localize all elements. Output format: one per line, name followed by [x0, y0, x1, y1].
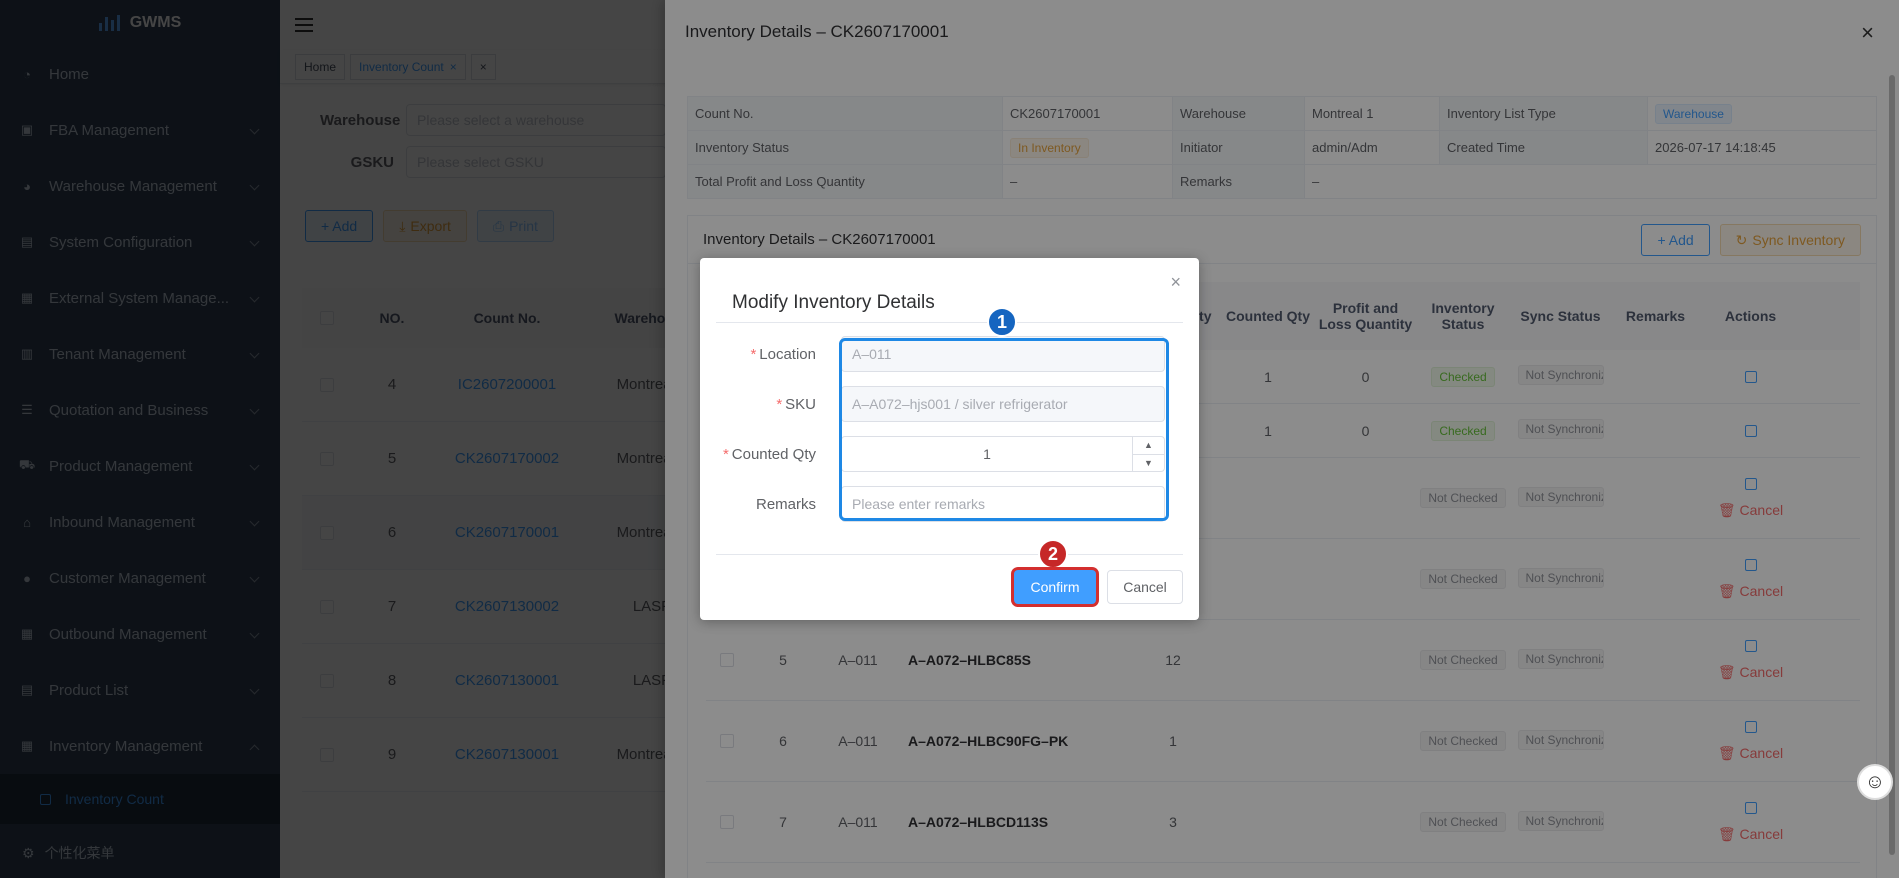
sku-label: * SKU	[776, 395, 816, 413]
form-highlight	[839, 338, 1169, 521]
user-avatar-icon: ☺	[1864, 770, 1886, 793]
divider	[716, 322, 1183, 323]
location-label: * Location	[750, 345, 816, 363]
close-icon[interactable]: ×	[1170, 272, 1181, 293]
assistant-avatar[interactable]: ☺	[1857, 764, 1893, 800]
cancel-button[interactable]: Cancel	[1107, 570, 1183, 604]
divider	[716, 554, 1183, 555]
remarks-label: Remarks	[755, 495, 816, 513]
dialog-title: Modify Inventory Details	[732, 292, 935, 313]
confirm-button[interactable]: Confirm	[1014, 570, 1096, 604]
counted-qty-label: * Counted Qty	[722, 445, 816, 463]
step-marker-1: 1	[987, 307, 1017, 337]
step-marker-2: 2	[1038, 539, 1068, 569]
